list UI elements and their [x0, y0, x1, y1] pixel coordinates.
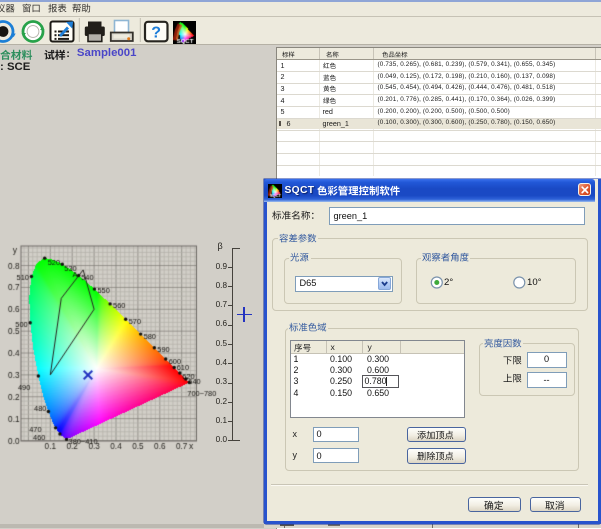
svg-text:?: ? — [151, 25, 161, 42]
